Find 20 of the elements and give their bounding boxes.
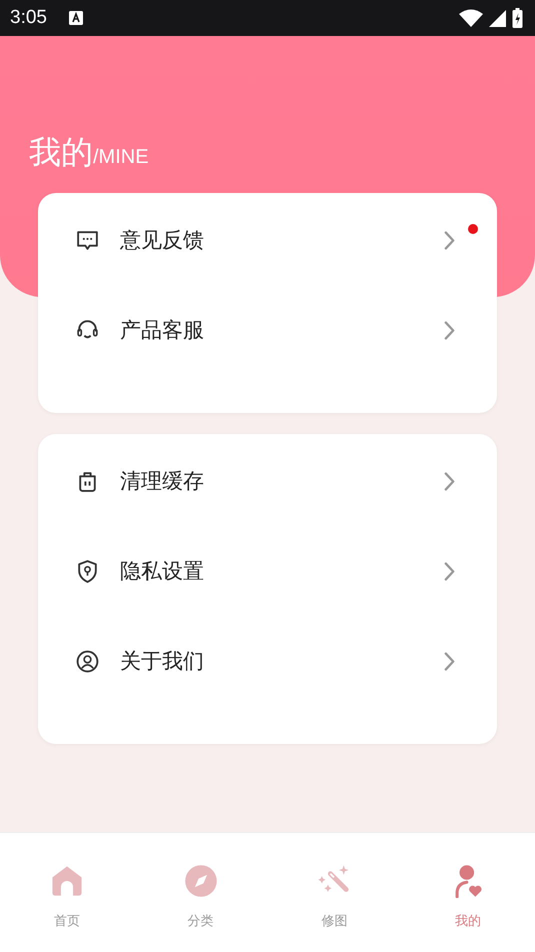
user-circle-icon bbox=[75, 648, 100, 674]
battery-icon bbox=[512, 8, 523, 28]
house-icon bbox=[50, 864, 84, 898]
page-title: 我的/MINE bbox=[29, 132, 149, 173]
wifi-icon bbox=[459, 9, 483, 27]
clock-time: 3:05 bbox=[10, 7, 47, 29]
signal-icon bbox=[489, 10, 506, 26]
menu-item[interactable]: 隐私设置 bbox=[38, 526, 497, 616]
menu-item[interactable]: 关于我们 bbox=[38, 616, 497, 706]
chevron-right-icon bbox=[444, 472, 455, 490]
menu-item[interactable]: 意见反馈 bbox=[38, 195, 497, 285]
notification-icon bbox=[68, 11, 83, 25]
shield-icon bbox=[75, 558, 100, 584]
menu-item[interactable]: 产品客服 bbox=[38, 285, 497, 375]
chevron-right-icon bbox=[444, 320, 455, 340]
chevron-right-icon bbox=[444, 230, 455, 250]
chevron-right-icon bbox=[444, 562, 455, 580]
chevron-right-icon bbox=[444, 652, 455, 670]
compass-icon bbox=[184, 864, 218, 898]
menu-item[interactable]: 清理缓存 bbox=[38, 436, 497, 526]
